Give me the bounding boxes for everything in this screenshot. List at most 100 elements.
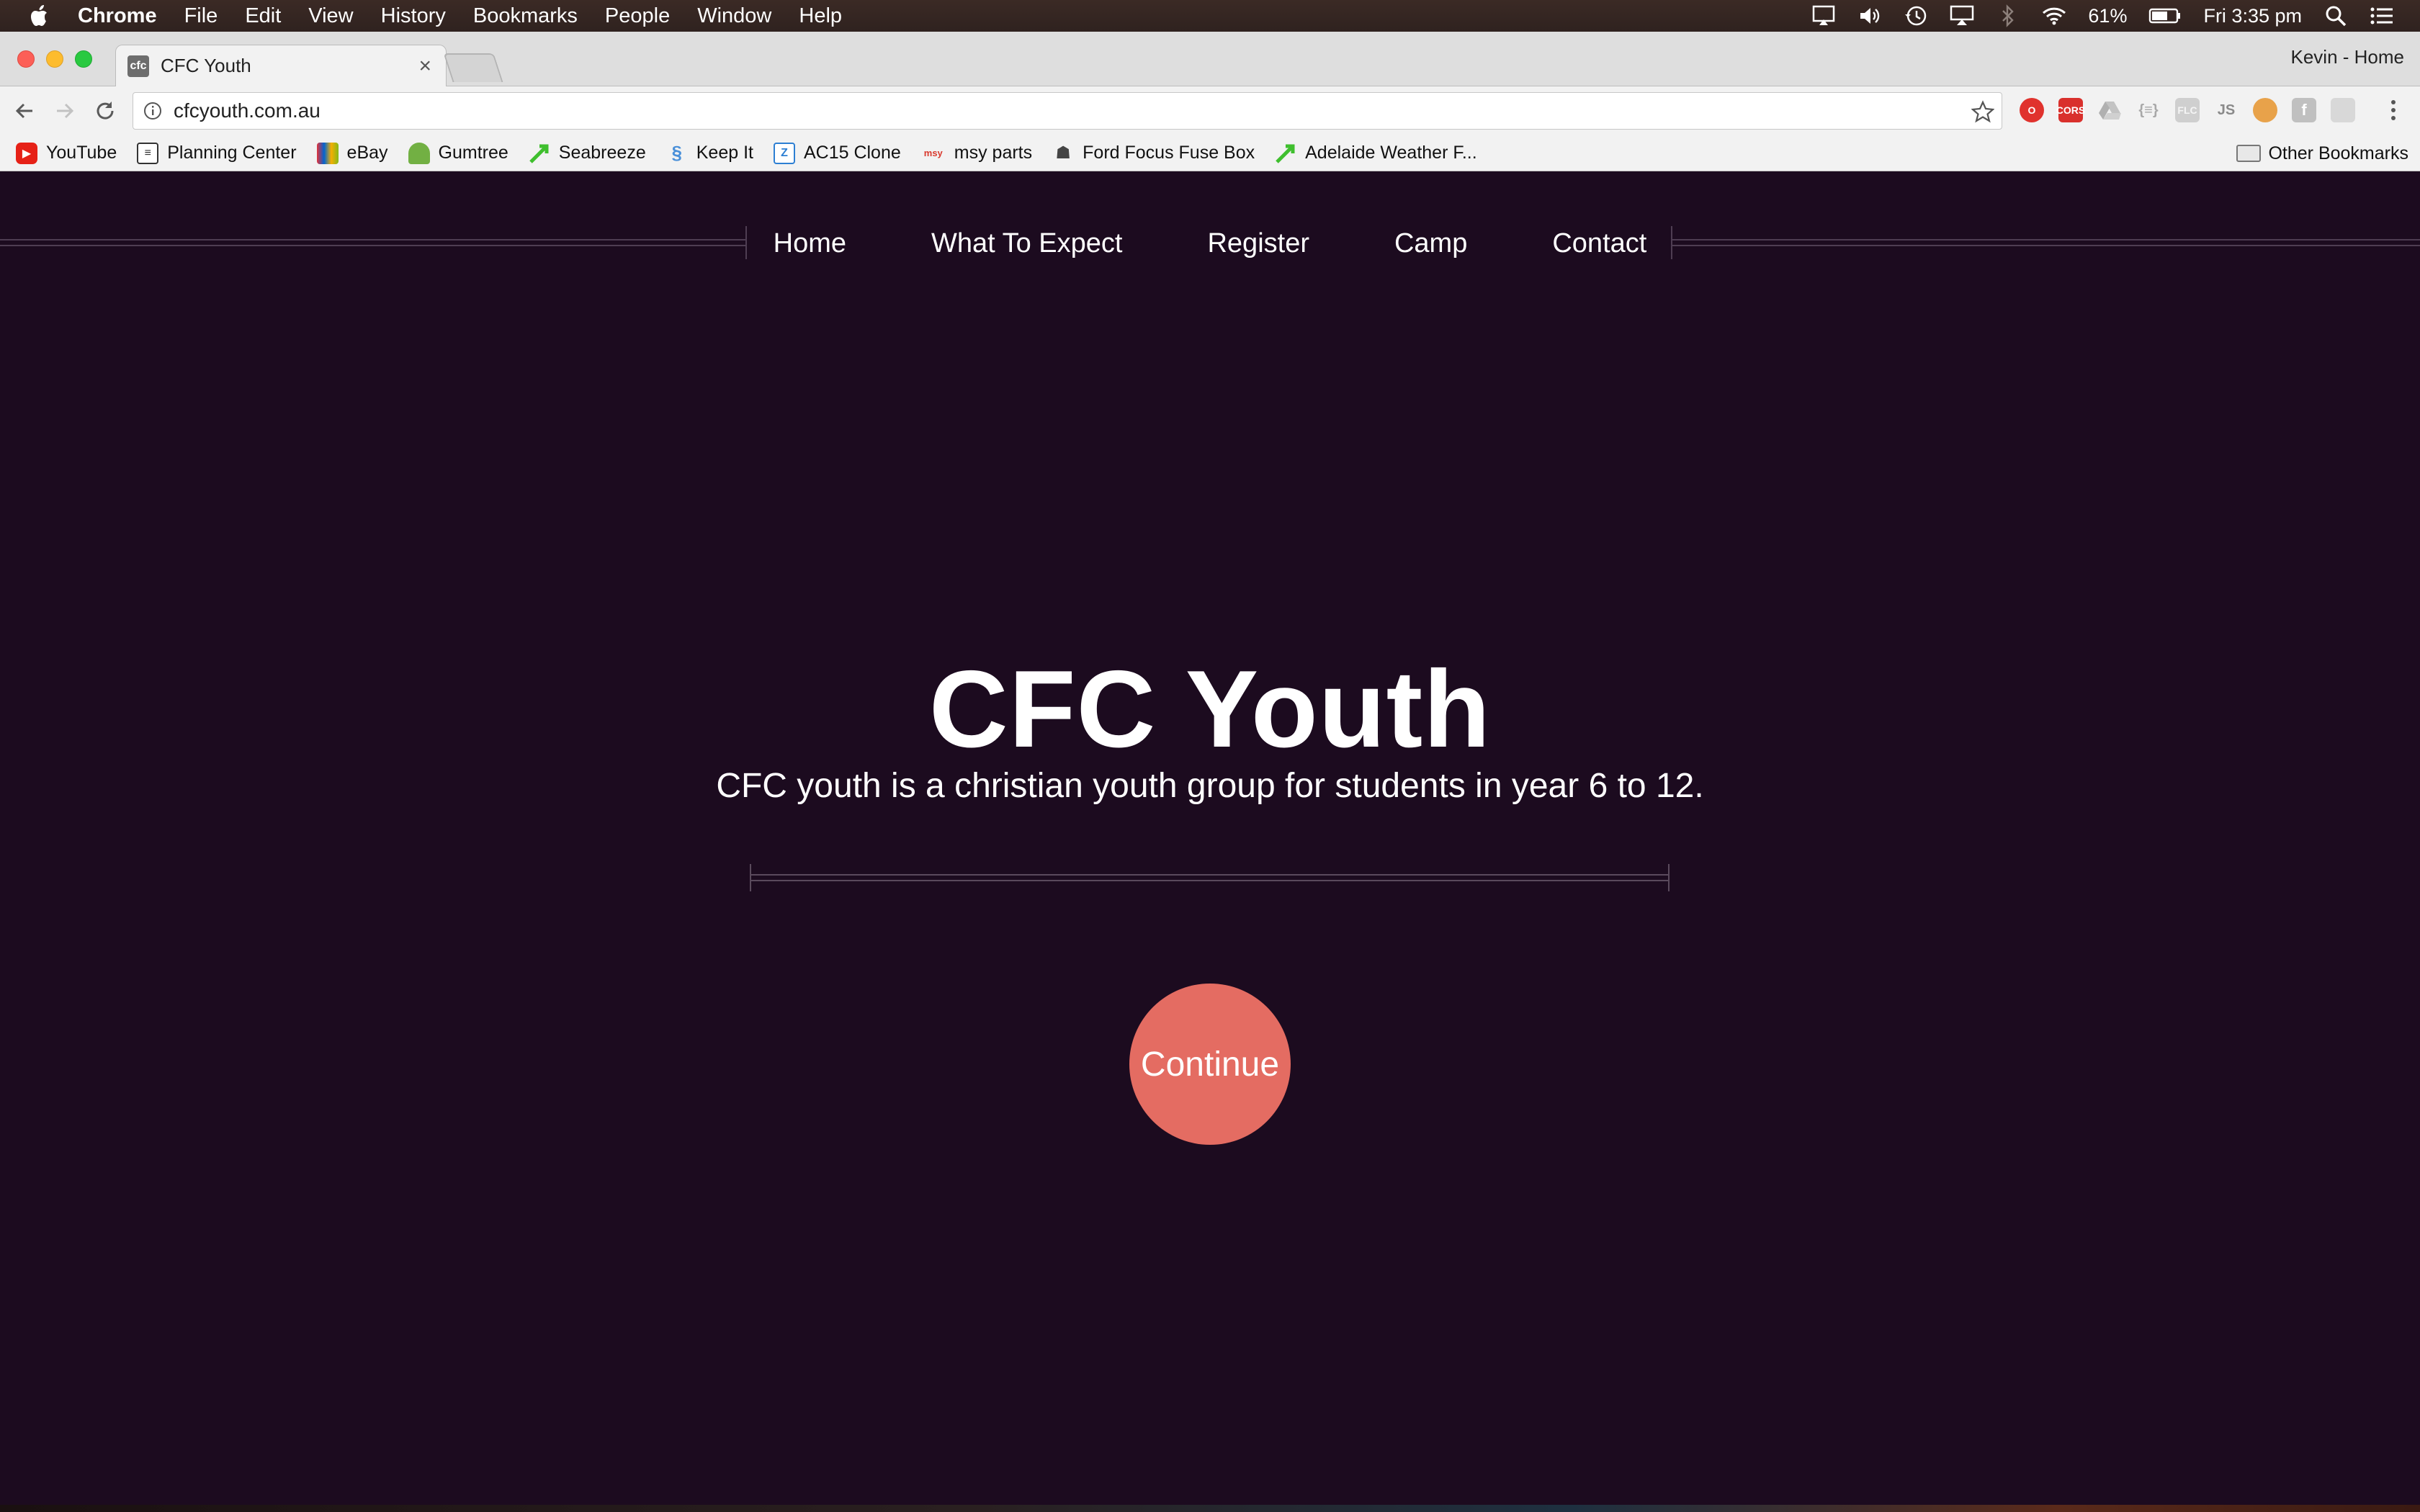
bookmark-label: YouTube [46,143,117,163]
menu-clock[interactable]: Fri 3:35 pm [2203,5,2302,27]
menu-history[interactable]: History [381,4,446,28]
bookmark-adelaide-weather[interactable]: Adelaide Weather F... [1275,143,1477,164]
nav-home[interactable]: Home [774,228,846,259]
airplay-mirror-icon[interactable] [1811,4,1836,28]
spotlight-icon[interactable] [2323,4,2348,28]
tab-close-icon[interactable]: × [418,54,431,78]
bookmark-label: Keep It [696,143,753,163]
page-subtitle: CFC youth is a christian youth group for… [716,767,1704,805]
forward-arrow-icon[interactable] [50,96,79,125]
grid-icon[interactable] [2331,98,2355,122]
weather-icon [1275,143,1296,164]
bookmark-ford-focus-fuse-box[interactable]: ☗ Ford Focus Fuse Box [1052,143,1255,164]
chrome-menu-icon[interactable] [2381,98,2406,122]
seabreeze-icon [529,143,550,164]
address-bar[interactable]: cfcyouth.com.au [133,92,2002,130]
bookmark-label: Planning Center [167,143,297,163]
opera-icon[interactable]: O [2020,98,2044,122]
page-title: CFC Youth [928,648,1492,770]
planning-center-icon: ≡ [137,142,159,164]
flc-icon[interactable]: FLC [2175,98,2200,122]
site-favicon-icon: cfc [127,55,149,77]
reload-icon[interactable] [91,96,120,125]
font-icon[interactable]: f [2292,98,2316,122]
menu-file[interactable]: File [184,4,218,28]
hero-divider [750,874,1670,881]
bookmark-label: msy parts [954,143,1033,163]
battery-percent: 61% [2088,4,2128,27]
bookmark-label: Ford Focus Fuse Box [1083,143,1255,163]
wifi-icon[interactable] [2042,4,2066,28]
nav-divider-right [1672,239,2420,246]
browser-tab-active[interactable]: cfc CFC Youth × [115,45,447,86]
bookmark-keep-it[interactable]: § Keep It [666,142,753,164]
nav-divider-tick [745,226,747,259]
ac15-icon: Z [773,142,795,164]
menu-bookmarks[interactable]: Bookmarks [473,4,578,28]
url-text[interactable]: cfcyouth.com.au [174,99,321,122]
volume-icon[interactable] [1857,4,1882,28]
cors-icon[interactable]: CORS [2056,98,2085,122]
menu-window[interactable]: Window [697,4,771,28]
site-info-icon[interactable] [143,102,162,120]
nav-divider-left [0,239,747,246]
back-arrow-icon[interactable] [10,96,39,125]
menu-app-name[interactable]: Chrome [78,4,157,28]
browser-toolbar: cfcyouth.com.au O CORS {≡} FLC JS f [0,86,2420,135]
other-bookmarks-label: Other Bookmarks [2268,143,2408,163]
bookmark-gumtree[interactable]: Gumtree [408,142,508,164]
notification-center-icon[interactable] [2370,4,2394,28]
bookmark-star-icon[interactable] [1971,100,1994,123]
bookmark-planning-center[interactable]: ≡ Planning Center [137,142,297,164]
time-machine-icon[interactable] [1904,4,1928,28]
bluetooth-icon[interactable] [1996,4,2020,28]
bookmark-ac15-clone[interactable]: Z AC15 Clone [773,142,901,164]
continue-button[interactable]: Continue [1129,984,1291,1145]
other-bookmarks-folder[interactable]: Other Bookmarks [2236,135,2408,171]
browser-tab-strip: cfc CFC Youth × Kevin - Home [0,32,2420,86]
js-icon[interactable]: JS [2214,98,2238,122]
window-zoom-button[interactable] [75,50,92,68]
cookie-icon[interactable] [2253,98,2277,122]
nav-register[interactable]: Register [1207,228,1309,259]
bookmark-label: Seabreeze [558,143,646,163]
window-minimize-button[interactable] [46,50,63,68]
nav-camp[interactable]: Camp [1394,228,1467,259]
tab-title: CFC Youth [161,55,251,76]
bookmark-ebay[interactable]: eBay [316,142,388,164]
menu-edit[interactable]: Edit [245,4,281,28]
json-icon[interactable]: {≡} [2136,98,2161,122]
nav-what-to-expect[interactable]: What To Expect [931,228,1122,259]
bookmark-msy-parts[interactable]: msy msy parts [921,143,1032,164]
battery-icon[interactable] [2148,4,2182,28]
drive-icon[interactable] [2097,98,2122,122]
bookmark-label: Adelaide Weather F... [1305,143,1477,163]
web-page: Home What To Expect Register Camp Contac… [0,171,2420,1505]
desktop-edge [0,1505,2420,1512]
bookmark-label: eBay [346,143,388,163]
menu-help[interactable]: Help [799,4,842,28]
airplay-icon[interactable] [1950,4,1974,28]
keep-it-icon: § [671,142,682,163]
macos-menu-bar: Chrome File Edit View History Bookmarks … [0,0,2420,32]
new-tab-button[interactable] [443,53,503,82]
folder-icon [2236,145,2262,162]
bookmark-seabreeze[interactable]: Seabreeze [529,143,646,164]
menu-view[interactable]: View [308,4,353,28]
window-close-button[interactable] [17,50,35,68]
youtube-icon: ▶ [16,142,37,164]
gumtree-icon [408,142,430,164]
bookmark-youtube[interactable]: ▶ YouTube [16,142,117,164]
hero-divider-tick [1668,864,1670,891]
nav-contact[interactable]: Contact [1552,228,1646,259]
menu-people[interactable]: People [605,4,670,28]
site-nav: Home What To Expect Register Camp Contac… [749,222,1671,265]
apple-menu-icon[interactable] [29,4,50,28]
fuse-box-icon: ☗ [1055,143,1071,163]
bookmarks-bar: ▶ YouTube ≡ Planning Center eBay Gumtree… [0,135,2420,171]
bookmark-label: Gumtree [438,143,508,163]
bookmark-label: AC15 Clone [803,143,901,163]
ebay-icon [316,142,339,164]
msy-icon: msy [923,148,943,158]
profile-name[interactable]: Kevin - Home [2291,46,2405,68]
